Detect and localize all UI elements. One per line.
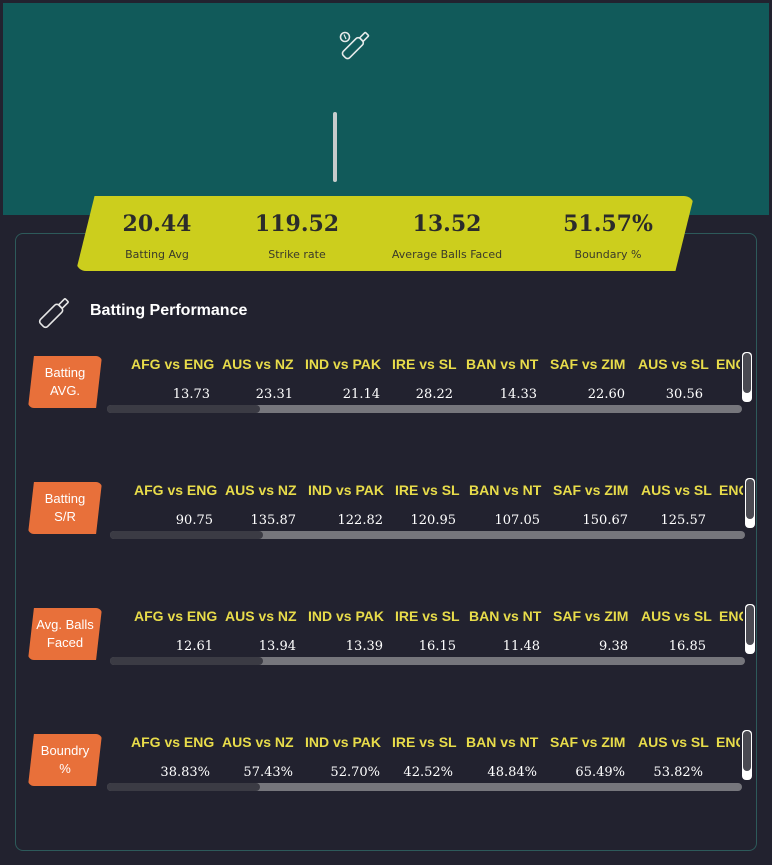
match-value: 42.52% [403, 765, 453, 780]
match-value: 13.39 [345, 639, 383, 654]
vertical-scrollbar-thumb[interactable] [743, 731, 751, 771]
horizontal-scrollbar-thumb[interactable] [110, 657, 263, 665]
match-value: 28.22 [415, 387, 453, 402]
stats-banner: 20.44 Batting Avg 119.52 Strike rate 13.… [76, 196, 694, 271]
match-value: 23.31 [255, 387, 293, 402]
match-value: 9.38 [599, 639, 628, 654]
match-header: ENG [716, 356, 740, 372]
match-header: SAF vs ZIM [553, 608, 629, 624]
vertical-scrollbar[interactable] [742, 730, 752, 780]
match-value: 150.67 [582, 513, 629, 528]
match-value: 65.49% [575, 765, 625, 780]
stat-value: 119.52 [254, 211, 340, 237]
match-header: IND vs PAK [308, 608, 384, 624]
match-header: AUS vs SL [641, 482, 712, 498]
match-header: IRE vs SL [395, 608, 460, 624]
horizontal-scrollbar[interactable] [110, 531, 745, 539]
match-header: AUS vs SL [638, 356, 709, 372]
match-header: AUS vs NZ [222, 356, 294, 372]
stat-label: Average Balls Faced [391, 248, 503, 261]
match-header: IND vs PAK [308, 482, 384, 498]
match-header: ENG [719, 482, 743, 498]
match-header: AUS vs NZ [225, 608, 297, 624]
match-header: ENG [719, 608, 743, 624]
match-value: 16.85 [668, 639, 706, 654]
match-header: AUS vs SL [641, 608, 712, 624]
match-value: 13.73 [172, 387, 210, 402]
header-divider [333, 112, 337, 182]
match-header: AUS vs NZ [222, 734, 294, 750]
vertical-scrollbar[interactable] [745, 604, 755, 654]
vertical-scrollbar-thumb[interactable] [743, 353, 751, 393]
match-header: SAF vs ZIM [550, 356, 626, 372]
match-header: IND vs PAK [305, 734, 381, 750]
match-value: 12.61 [175, 639, 213, 654]
match-value: 48.84% [487, 765, 537, 780]
vertical-scrollbar[interactable] [745, 478, 755, 528]
horizontal-scrollbar[interactable] [110, 657, 745, 665]
match-value: 125.57 [660, 513, 707, 528]
match-value: 16.15 [418, 639, 456, 654]
horizontal-scrollbar[interactable] [107, 783, 742, 791]
match-header: SAF vs ZIM [550, 734, 626, 750]
match-header: IRE vs SL [392, 734, 457, 750]
match-value: 52.70% [330, 765, 380, 780]
match-header: IND vs PAK [305, 356, 381, 372]
stat-value: 13.52 [412, 211, 482, 237]
match-value: 13.94 [258, 639, 296, 654]
match-header: AFG vs ENG [134, 482, 218, 498]
match-value: 57.43% [243, 765, 293, 780]
match-value: 38.83% [160, 765, 210, 780]
stat-label: Boundary % [574, 248, 642, 261]
vertical-scrollbar[interactable] [742, 352, 752, 402]
section-title: Batting Performance [90, 302, 248, 319]
match-value: 22.60 [587, 387, 625, 402]
stat-value: 20.44 [122, 211, 192, 237]
horizontal-scrollbar-thumb[interactable] [107, 783, 260, 791]
match-value: 14.33 [499, 387, 537, 402]
match-header: ENG [716, 734, 740, 750]
match-header: BAN vs NT [469, 482, 542, 498]
match-value: 135.87 [250, 513, 297, 528]
match-header: AFG vs ENG [131, 734, 215, 750]
vertical-scrollbar-thumb[interactable] [746, 605, 754, 645]
horizontal-scrollbar-thumb[interactable] [107, 405, 260, 413]
match-value: 90.75 [175, 513, 213, 528]
match-value: 122.82 [337, 513, 384, 528]
cricket-bat-icon [38, 298, 69, 329]
cricket-bat-icon [339, 31, 370, 60]
match-value: 120.95 [410, 513, 457, 528]
match-value: 107.05 [494, 513, 541, 528]
stat-value: 51.57% [563, 211, 653, 237]
match-value: 21.14 [342, 387, 380, 402]
match-header: AFG vs ENG [134, 608, 218, 624]
match-header: AUS vs SL [638, 734, 709, 750]
match-header: SAF vs ZIM [553, 482, 629, 498]
match-value: 11.48 [502, 639, 540, 654]
match-value: 30.56 [665, 387, 703, 402]
horizontal-scrollbar-thumb[interactable] [110, 531, 263, 539]
match-header: BAN vs NT [469, 608, 542, 624]
stat-label: Batting Avg [125, 248, 189, 261]
match-header: AUS vs NZ [225, 482, 297, 498]
horizontal-scrollbar[interactable] [107, 405, 742, 413]
match-header: IRE vs SL [395, 482, 460, 498]
match-header: BAN vs NT [466, 734, 539, 750]
header-band [3, 3, 769, 215]
match-value: 53.82% [653, 765, 703, 780]
match-header: BAN vs NT [466, 356, 539, 372]
match-header: IRE vs SL [392, 356, 457, 372]
stat-label: Strike rate [268, 248, 326, 261]
match-header: AFG vs ENG [131, 356, 215, 372]
vertical-scrollbar-thumb[interactable] [746, 479, 754, 519]
